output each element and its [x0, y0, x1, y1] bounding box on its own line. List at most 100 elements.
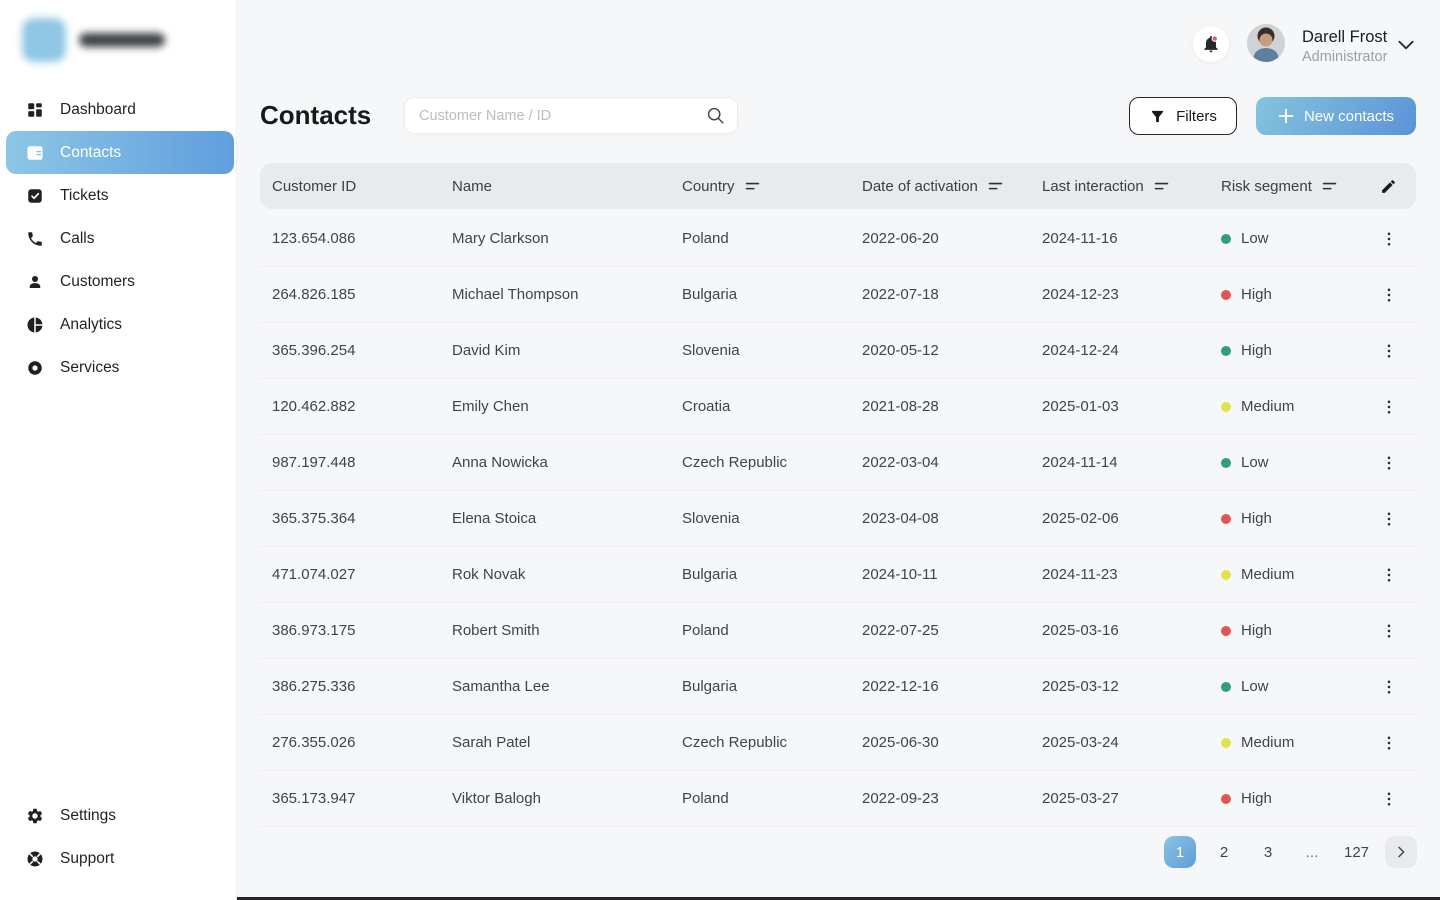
- cell-country: Poland: [682, 622, 862, 639]
- page-button-1[interactable]: 1: [1164, 836, 1196, 868]
- row-menu-button[interactable]: [1375, 337, 1403, 365]
- risk-dot: [1221, 514, 1231, 524]
- column-header[interactable]: Last interaction: [1042, 178, 1221, 195]
- cell-risk-segment: High: [1221, 510, 1361, 527]
- cell-last-interaction: 2025-02-06: [1042, 510, 1221, 527]
- page-button-3[interactable]: 3: [1252, 836, 1284, 868]
- logo-wordmark: [79, 33, 165, 47]
- page-button-127[interactable]: 127: [1340, 836, 1373, 868]
- row-menu-button[interactable]: [1375, 449, 1403, 477]
- bell-icon: [1201, 34, 1221, 54]
- cell-risk-segment: Medium: [1221, 734, 1361, 751]
- profile-info: Darell Frost Administrator: [1302, 27, 1387, 66]
- sidebar-item-label: Analytics: [60, 316, 122, 334]
- sidebar-item-tickets[interactable]: Tickets: [0, 174, 236, 217]
- cell-country: Poland: [682, 790, 862, 807]
- sort-icon[interactable]: [1321, 179, 1338, 194]
- cell-risk-segment: Medium: [1221, 566, 1361, 583]
- column-header[interactable]: Risk segment: [1221, 178, 1361, 195]
- filter-icon: [1149, 108, 1166, 125]
- row-menu-button[interactable]: [1375, 673, 1403, 701]
- sidebar-item-services[interactable]: Services: [0, 346, 236, 389]
- logo-icon: [22, 18, 66, 62]
- cell-country: Bulgaria: [682, 566, 862, 583]
- chevron-down-icon[interactable]: [1396, 38, 1416, 52]
- risk-dot: [1221, 290, 1231, 300]
- row-menu-button[interactable]: [1375, 225, 1403, 253]
- risk-label: Low: [1241, 230, 1269, 247]
- cell-last-interaction: 2024-11-14: [1042, 454, 1221, 471]
- analytics-icon: [26, 316, 44, 334]
- avatar[interactable]: [1247, 24, 1285, 62]
- sidebar-nav: Dashboard ContactsTickets Calls Customers An…: [0, 88, 236, 389]
- contacts-table: Customer ID NameCountryDate of activation…: [260, 163, 1416, 827]
- cell-customer-id: 987.197.448: [272, 454, 452, 471]
- table-row: 386.973.175Robert SmithPoland2022-07-252…: [260, 603, 1416, 659]
- next-page-button[interactable]: [1385, 836, 1417, 868]
- column-header-label: Customer ID: [272, 178, 356, 195]
- cell-activation-date: 2022-06-20: [862, 230, 1042, 247]
- risk-label: High: [1241, 790, 1272, 807]
- page-title: Contacts: [260, 100, 371, 131]
- edit-icon[interactable]: [1380, 178, 1397, 195]
- sidebar-item-label: Services: [60, 359, 119, 377]
- row-menu-button[interactable]: [1375, 617, 1403, 645]
- sidebar-item-support[interactable]: Support: [0, 837, 236, 880]
- new-contacts-label: New contacts: [1304, 108, 1394, 125]
- cell-country: Slovenia: [682, 342, 862, 359]
- cell-country: Czech Republic: [682, 734, 862, 751]
- risk-dot: [1221, 682, 1231, 692]
- sidebar-item-dashboard[interactable]: Dashboard: [0, 88, 236, 131]
- cell-customer-id: 386.973.175: [272, 622, 452, 639]
- customers-icon: [26, 273, 44, 291]
- sort-icon[interactable]: [987, 179, 1004, 194]
- sidebar-item-contacts[interactable]: Contacts: [6, 131, 234, 174]
- cell-risk-segment: High: [1221, 790, 1361, 807]
- risk-dot: [1221, 402, 1231, 412]
- sidebar-item-label: Dashboard: [60, 101, 136, 119]
- row-menu-button[interactable]: [1375, 785, 1403, 813]
- cell-risk-segment: Low: [1221, 454, 1361, 471]
- column-header[interactable]: Country: [682, 178, 862, 195]
- cell-name: Robert Smith: [452, 622, 682, 639]
- notifications-button[interactable]: [1193, 26, 1229, 62]
- cell-activation-date: 2021-08-28: [862, 398, 1042, 415]
- plus-icon: [1278, 108, 1294, 124]
- column-header[interactable]: Date of activation: [862, 178, 1042, 195]
- new-contacts-button[interactable]: New contacts: [1256, 97, 1416, 135]
- sidebar-footer-nav: SettingsSupport: [0, 794, 236, 880]
- column-header-label: Date of activation: [862, 178, 978, 195]
- sidebar-item-label: Calls: [60, 230, 94, 248]
- row-menu-button[interactable]: [1375, 281, 1403, 309]
- sort-icon[interactable]: [1153, 179, 1170, 194]
- contacts-icon: [26, 144, 44, 162]
- sidebar-item-analytics[interactable]: Analytics: [0, 303, 236, 346]
- search-input[interactable]: [419, 108, 706, 124]
- cell-name: David Kim: [452, 342, 682, 359]
- cell-customer-id: 365.375.364: [272, 510, 452, 527]
- page-button-2[interactable]: 2: [1208, 836, 1240, 868]
- cell-risk-segment: Medium: [1221, 398, 1361, 415]
- table-row: 365.396.254David KimSlovenia2020-05-1220…: [260, 323, 1416, 379]
- column-header: Customer ID: [272, 178, 452, 195]
- row-menu-button[interactable]: [1375, 393, 1403, 421]
- search-icon[interactable]: [706, 106, 725, 125]
- table-row: 276.355.026Sarah PatelCzech Republic2025…: [260, 715, 1416, 771]
- sort-icon[interactable]: [744, 179, 761, 194]
- tickets-icon: [26, 187, 44, 205]
- support-icon: [26, 850, 44, 868]
- risk-label: Low: [1241, 454, 1269, 471]
- filters-button[interactable]: Filters: [1129, 97, 1237, 135]
- cell-activation-date: 2022-07-25: [862, 622, 1042, 639]
- row-menu-button[interactable]: [1375, 729, 1403, 757]
- risk-dot: [1221, 234, 1231, 244]
- sidebar-item-settings[interactable]: Settings: [0, 794, 236, 837]
- row-menu-button[interactable]: [1375, 561, 1403, 589]
- row-menu-button[interactable]: [1375, 505, 1403, 533]
- column-header: Name: [452, 178, 682, 195]
- sidebar-item-customers[interactable]: Customers: [0, 260, 236, 303]
- filters-label: Filters: [1176, 108, 1217, 125]
- sidebar-item-calls[interactable]: Calls: [0, 217, 236, 260]
- settings-icon: [26, 807, 44, 825]
- table-row: 120.462.882Emily ChenCroatia2021-08-2820…: [260, 379, 1416, 435]
